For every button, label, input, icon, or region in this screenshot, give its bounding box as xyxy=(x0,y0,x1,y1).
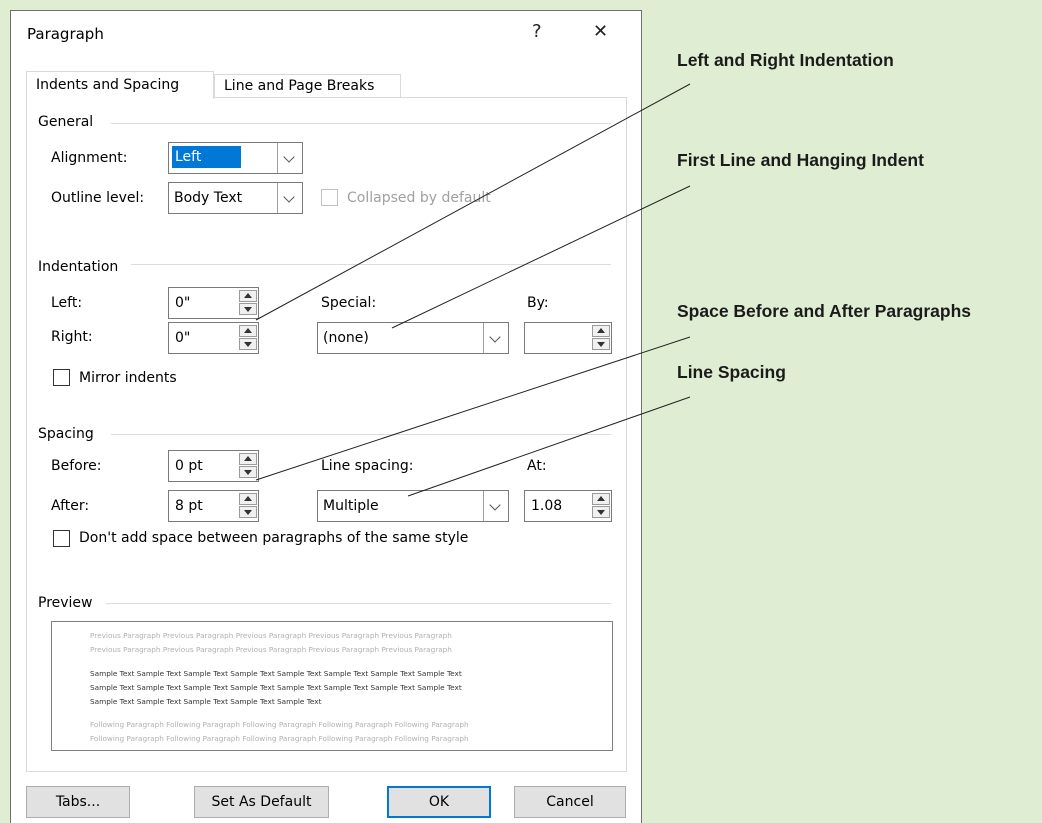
callout-line-left-right xyxy=(255,83,691,321)
callout-line-space-before-after xyxy=(255,336,691,481)
callout-line-first-hanging xyxy=(391,185,691,329)
callout-line-spacing: Line Spacing xyxy=(677,362,786,382)
callout-line-line-spacing xyxy=(407,396,691,497)
callout-first-line-hanging-indent: First Line and Hanging Indent xyxy=(677,150,924,170)
callout-left-right-indentation: Left and Right Indentation xyxy=(677,50,894,70)
callout-lines xyxy=(255,83,691,497)
callout-space-before-after: Space Before and After Paragraphs xyxy=(677,301,972,321)
tab-indents-and-spacing[interactable]: Indents and Spacing xyxy=(26,71,214,99)
